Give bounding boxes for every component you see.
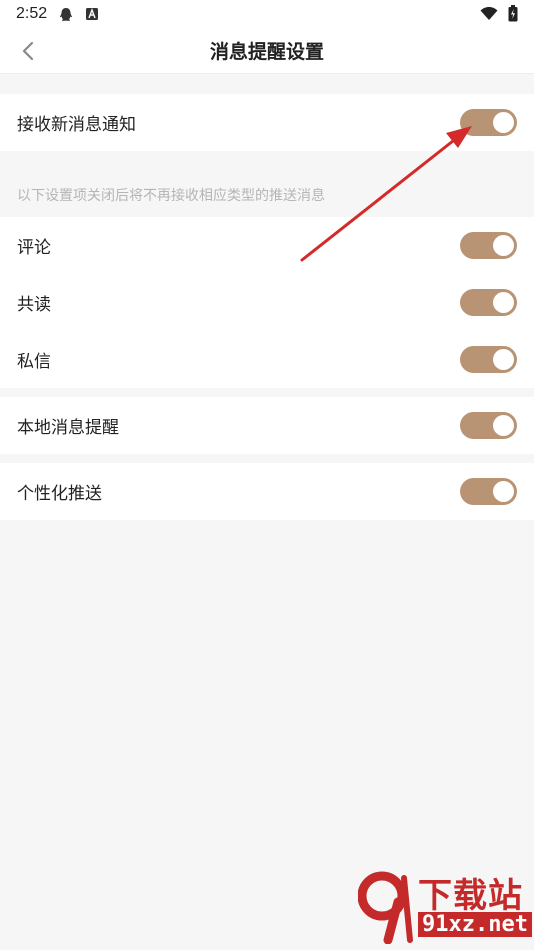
switch-knob <box>493 415 514 436</box>
setting-row-private-message: 私信 <box>0 331 534 388</box>
status-time: 2:52 <box>16 5 48 22</box>
setting-label: 共读 <box>17 295 51 315</box>
local-reminder-switch[interactable] <box>460 412 517 439</box>
setting-row-comments: 评论 <box>0 217 534 274</box>
coread-switch[interactable] <box>460 289 517 316</box>
watermark: 下载站 91xz.net <box>358 866 532 946</box>
setting-label: 个性化推送 <box>17 484 102 504</box>
wifi-icon <box>480 6 498 25</box>
setting-row-local-reminder: 本地消息提醒 <box>0 397 534 454</box>
battery-icon <box>508 5 518 26</box>
main-toggle-group: 接收新消息通知 <box>0 94 534 151</box>
brand-logo-icon <box>358 871 413 944</box>
setting-label: 私信 <box>17 352 51 372</box>
watermark-brand: 下载站 <box>418 876 523 916</box>
section-hint: 以下设置项关闭后将不再接收相应类型的推送消息 <box>17 188 325 204</box>
personalized-push-switch[interactable] <box>460 478 517 505</box>
setting-label: 本地消息提醒 <box>17 418 119 438</box>
setting-row-receive-notifications: 接收新消息通知 <box>0 94 534 151</box>
qq-icon <box>59 7 73 22</box>
personal-toggle-group: 个性化推送 <box>0 463 534 520</box>
type-toggles-group: 评论 共读 私信 <box>0 217 534 388</box>
switch-knob <box>493 481 514 502</box>
title-bar: 消息提醒设置 <box>0 28 534 74</box>
status-bar: 2:52 <box>0 0 534 28</box>
notification-a-icon <box>85 7 99 21</box>
back-button[interactable] <box>16 39 40 63</box>
switch-knob <box>493 112 514 133</box>
setting-label: 评论 <box>17 238 51 258</box>
receive-notifications-switch[interactable] <box>460 109 517 136</box>
status-right-icons <box>480 5 518 26</box>
switch-knob <box>493 349 514 370</box>
setting-row-coread: 共读 <box>0 274 534 331</box>
page-title: 消息提醒设置 <box>209 41 324 63</box>
comments-switch[interactable] <box>460 232 517 259</box>
setting-row-personalized-push: 个性化推送 <box>0 463 534 520</box>
watermark-site: 91xz.net <box>418 912 532 937</box>
private-message-switch[interactable] <box>460 346 517 373</box>
local-toggle-group: 本地消息提醒 <box>0 397 534 454</box>
switch-knob <box>493 292 514 313</box>
setting-label: 接收新消息通知 <box>17 115 136 135</box>
switch-knob <box>493 235 514 256</box>
chevron-left-icon <box>22 41 34 61</box>
